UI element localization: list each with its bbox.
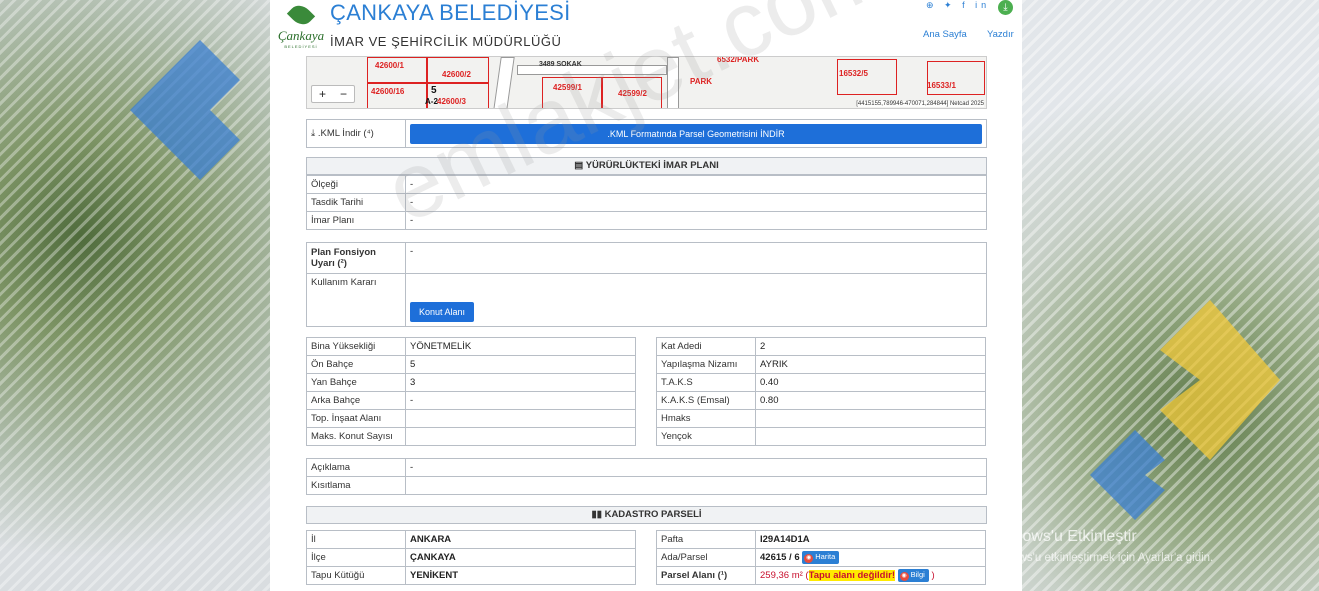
map-label: 16532/5 xyxy=(839,69,868,78)
zoom-in-button[interactable]: + xyxy=(319,87,326,101)
table-row: İl ANKARA xyxy=(306,530,636,549)
social-icons[interactable]: ⊕ ✦ f in xyxy=(926,0,990,11)
plan-table: Plan Fonsiyon Uyarı (²) - Kullanım Karar… xyxy=(306,242,987,327)
table-row: Top. İnşaat Alanı xyxy=(306,409,636,428)
kadastro-right-table: Pafta I29A14D1A Ada/Parsel 42615 / 6 ◉ Har… xyxy=(656,530,986,585)
table-row: Ada/Parsel 42615 / 6 ◉ Harita xyxy=(656,548,986,567)
table-row: Yan Bahçe 3 xyxy=(306,373,636,392)
table-row: Yapılaşma Nizamı AYRIK xyxy=(656,355,986,374)
table-row: Kısıtlama xyxy=(306,476,987,495)
zoom-out-button[interactable]: − xyxy=(340,87,347,101)
table-row: Maks. Konut Sayısı xyxy=(306,427,636,446)
build-right-table: Kat Adedi 2 Yapılaşma Nizamı AYRIK T.A.K.S… xyxy=(656,337,986,446)
alan-warning: Tapu alanı değildir! xyxy=(808,570,895,582)
windows-activation-title: Windows'u Etkinleştir xyxy=(986,528,1137,545)
table-row: Ön Bahçe 5 xyxy=(306,355,636,374)
table-row: Arka Bahçe - xyxy=(306,391,636,410)
logo-sub: BELEDİYESİ xyxy=(284,44,318,49)
map-pin-icon: ◉ xyxy=(804,554,814,563)
kadastro-left-table: İl ANKARA İlçe ÇANKAYA Tapu Kütüğü YENİKENT xyxy=(306,530,636,585)
map-label: 5 xyxy=(431,85,437,96)
ada-value: 42615 / 6 xyxy=(760,552,800,564)
table-row: Yençok xyxy=(656,427,986,446)
plan-warning-label: Plan Fonsiyon Uyarı (²) xyxy=(306,242,406,274)
table-row: Plan Fonsiyon Uyarı (²) - xyxy=(306,242,987,274)
plan-warning-value: - xyxy=(405,242,987,274)
harita-button[interactable]: ◉ Harita xyxy=(802,551,840,564)
decor-arrow-left xyxy=(130,40,240,180)
table-row: Kat Adedi 2 xyxy=(656,337,986,356)
alan-value: 259,36 m² xyxy=(760,570,803,582)
bilgi-button[interactable]: ◉ Bilgi xyxy=(897,569,929,582)
info-icon: ◉ xyxy=(899,572,909,581)
municipality-logo[interactable]: Çankaya BELEDİYESİ xyxy=(274,0,328,52)
table-row: Pafta I29A14D1A xyxy=(656,530,986,549)
decor-arrow-right-blue xyxy=(1090,430,1165,520)
nav-home-link[interactable]: Ana Sayfa xyxy=(923,29,967,40)
table-row: Hmaks xyxy=(656,409,986,428)
download-icon[interactable]: ⤓ xyxy=(998,0,1013,15)
table-row: Kullanım Kararı Konut Alanı xyxy=(306,273,987,327)
table-row: K.A.K.S (Emsal) 0.80 xyxy=(656,391,986,410)
notes-table: Açıklama - Kısıtlama xyxy=(306,458,987,495)
build-left-table: Bina Yüksekliği YÖNETMELİK Ön Bahçe 5 Yan … xyxy=(306,337,636,446)
table-row: Parsel Alanı (¹) 259,36 m² (Tapu alanı d… xyxy=(656,566,986,585)
map-label: 42600/1 xyxy=(375,61,404,70)
usage-button[interactable]: Konut Alanı xyxy=(410,302,474,322)
table-row: İlçe ÇANKAYA xyxy=(306,548,636,567)
table-row: Açıklama - xyxy=(306,458,987,477)
usage-label: Kullanım Kararı xyxy=(306,273,406,327)
logo-name: Çankaya xyxy=(277,28,325,43)
leaf-icon xyxy=(286,0,316,30)
map-zoom-control[interactable]: + − xyxy=(311,85,355,103)
map-label: 42600/2 xyxy=(442,70,471,79)
map-label: 16533/1 xyxy=(927,81,956,90)
nav-print-link[interactable]: Yazdır xyxy=(987,29,1014,40)
map-label: A-2 xyxy=(425,97,438,106)
windows-activation-text: Windows'u etkinleştirmek için Ayarlar'a … xyxy=(986,552,1214,564)
table-row: Tapu Kütüğü YENİKENT xyxy=(306,566,636,585)
site-subtitle: İMAR VE ŞEHİRCİLİK MÜDÜRLÜĞÜ xyxy=(330,34,562,49)
site-title: ÇANKAYA BELEDİYESİ xyxy=(330,0,571,25)
map-label: 42600/16 xyxy=(371,87,405,96)
table-row: Bina Yüksekliği YÖNETMELİK xyxy=(306,337,636,356)
table-row: T.A.K.S 0.40 xyxy=(656,373,986,392)
map-credit: [4415155,789946-470071,284844] Netcad 20… xyxy=(856,101,984,107)
kadastro-heading: ▮▮ KADASTRO PARSELİ xyxy=(306,506,987,524)
